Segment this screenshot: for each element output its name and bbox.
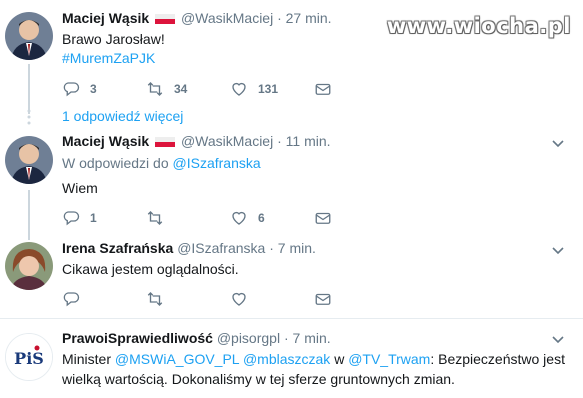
thread-dots — [27, 109, 31, 125]
reply-icon — [63, 82, 80, 97]
tweet-text: Wiem — [62, 180, 98, 196]
timestamp[interactable]: · 7 min. — [269, 240, 316, 256]
retweet-icon — [147, 292, 163, 306]
reply-button[interactable]: 3 — [62, 80, 146, 98]
reply-prefix: W odpowiedzi do — [62, 155, 169, 171]
hashtag-link[interactable]: #MuremZaPJK — [62, 49, 155, 68]
show-more-replies-link[interactable]: 1 odpowiedź więcej — [62, 108, 183, 124]
reply-icon — [63, 211, 80, 226]
author-name[interactable]: Maciej Wąsik — [62, 10, 149, 26]
retweet-icon — [147, 211, 163, 225]
text-part: : Bezpieczeństwo jest — [430, 351, 565, 367]
reply-context: W odpowiedzi do @ISzafranska — [62, 154, 261, 173]
heart-icon — [232, 292, 246, 306]
retweet-icon — [147, 82, 163, 96]
like-button[interactable]: 6 — [230, 209, 314, 227]
envelope-icon — [315, 212, 331, 224]
author-name[interactable]: PrawoiSprawiedliwość — [62, 330, 213, 346]
author-handle[interactable]: @WasikMaciej — [181, 133, 273, 149]
tweet[interactable]: Maciej Wąsik @WasikMaciej · 11 min. W od… — [0, 128, 583, 236]
chevron-down-icon[interactable] — [551, 333, 565, 347]
timestamp[interactable]: · 27 min. — [277, 10, 331, 26]
mention-link[interactable]: @MSWiA_GOV_PL — [115, 351, 239, 367]
poland-flag-icon — [155, 137, 176, 147]
like-button[interactable] — [230, 290, 314, 308]
reply-count: 1 — [90, 211, 97, 225]
envelope-icon — [315, 293, 331, 305]
author-name[interactable]: Maciej Wąsik — [62, 133, 149, 149]
tweet-text: Minister @MSWiA_GOV_PL @mblaszczak w @TV… — [62, 350, 565, 369]
heart-icon — [232, 211, 246, 225]
direct-message-button[interactable] — [314, 209, 398, 227]
reply-to-link[interactable]: @ISzafranska — [173, 155, 261, 171]
tweet-actions: 1 6 — [62, 209, 398, 227]
tweet-header: Maciej Wąsik @WasikMaciej · 27 min. — [62, 10, 332, 26]
timestamp[interactable]: · 11 min. — [277, 133, 330, 149]
envelope-icon — [315, 83, 331, 95]
like-count: 131 — [258, 82, 279, 96]
author-handle[interactable]: @WasikMaciej — [181, 10, 273, 26]
retweet-button[interactable]: 34 — [146, 80, 230, 98]
avatar[interactable] — [5, 12, 53, 60]
retweet-button[interactable] — [146, 290, 230, 308]
mention-link[interactable]: @TV_Trwam — [348, 351, 430, 367]
retweet-button[interactable] — [146, 209, 230, 227]
like-count: 6 — [258, 211, 265, 225]
tweet-header: PrawoiSprawiedliwość @pisorgpl · 7 min. — [62, 330, 331, 346]
reply-icon — [63, 292, 80, 307]
retweet-count: 34 — [174, 82, 188, 96]
direct-message-button[interactable] — [314, 290, 398, 308]
tweet-actions: 3 34 131 — [62, 80, 398, 98]
reply-button[interactable]: 1 — [62, 209, 146, 227]
avatar[interactable] — [5, 136, 53, 184]
tweet-text: Brawo Jarosław! — [62, 31, 165, 47]
chevron-down-icon[interactable] — [551, 244, 565, 258]
poland-flag-icon — [155, 14, 176, 24]
text-part: w — [330, 351, 349, 367]
text-part: Minister — [62, 351, 115, 367]
heart-icon — [232, 82, 246, 96]
tweet-actions — [62, 290, 398, 308]
pis-logo-text: PiS — [14, 349, 44, 368]
mention-link[interactable]: @mblaszczak — [243, 351, 330, 367]
avatar[interactable] — [5, 242, 53, 290]
tweet-header: Maciej Wąsik @WasikMaciej · 11 min. — [62, 133, 331, 149]
tweet-header: Irena Szafrańska @ISzafranska · 7 min. — [62, 240, 316, 256]
tweet[interactable]: Irena Szafrańska @ISzafranska · 7 min. C… — [0, 236, 583, 316]
author-handle[interactable]: @ISzafranska — [177, 240, 265, 256]
tweet-text-line2: wielką wartością. Dokonaliśmy w tej sfer… — [62, 371, 455, 387]
timestamp[interactable]: · 7 min. — [284, 330, 331, 346]
tweet[interactable]: PiS PrawoiSprawiedliwość @pisorgpl · 7 m… — [0, 319, 583, 398]
tweet-text: Cikawa jestem oglądalności. — [62, 261, 239, 277]
avatar[interactable]: PiS — [5, 333, 53, 381]
reply-count: 3 — [90, 82, 97, 96]
direct-message-button[interactable] — [314, 80, 398, 98]
reply-button[interactable] — [62, 290, 146, 308]
chevron-down-icon[interactable] — [551, 137, 565, 151]
author-name[interactable]: Irena Szafrańska — [62, 240, 173, 256]
like-button[interactable]: 131 — [230, 80, 314, 98]
author-handle[interactable]: @pisorgpl — [217, 330, 280, 346]
